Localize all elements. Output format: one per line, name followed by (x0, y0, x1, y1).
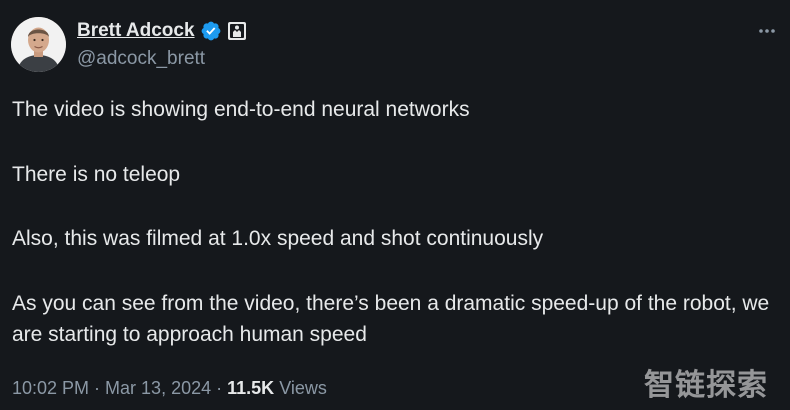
tweet-time[interactable]: 10:02 PM (12, 378, 89, 398)
views-count: 11.5K (227, 378, 275, 398)
meta-separator: · (94, 378, 101, 398)
verified-icon (200, 20, 222, 42)
tweet-text: The video is showing end-to-end neural n… (12, 94, 782, 351)
more-horizontal-icon (759, 29, 775, 33)
author-handle[interactable]: @adcock_brett (77, 48, 205, 70)
author-name-row: Brett Adcock (77, 18, 247, 44)
tweet-paragraph: As you can see from the video, there’s b… (12, 291, 770, 347)
views-label: Views (279, 378, 327, 398)
tweet-card: Brett Adcock @adcock_brett The video is … (0, 0, 790, 410)
more-button[interactable] (754, 18, 780, 44)
avatar-image (11, 17, 66, 72)
tweet-paragraph: There is no teleop (12, 162, 181, 186)
affiliate-badge-icon[interactable] (227, 21, 247, 41)
tweet-date[interactable]: Mar 13, 2024 (105, 378, 211, 398)
tweet-paragraph: The video is showing end-to-end neural n… (12, 98, 470, 121)
meta-separator: · (216, 378, 223, 398)
tweet-meta: 10:02 PM · Mar 13, 2024 · 11.5K Views (12, 378, 327, 399)
tweet-paragraph: Also, this was filmed at 1.0x speed and … (12, 227, 544, 250)
author-display-name[interactable]: Brett Adcock (77, 20, 195, 42)
avatar[interactable] (11, 17, 66, 72)
watermark: 智链探索 (644, 368, 768, 403)
